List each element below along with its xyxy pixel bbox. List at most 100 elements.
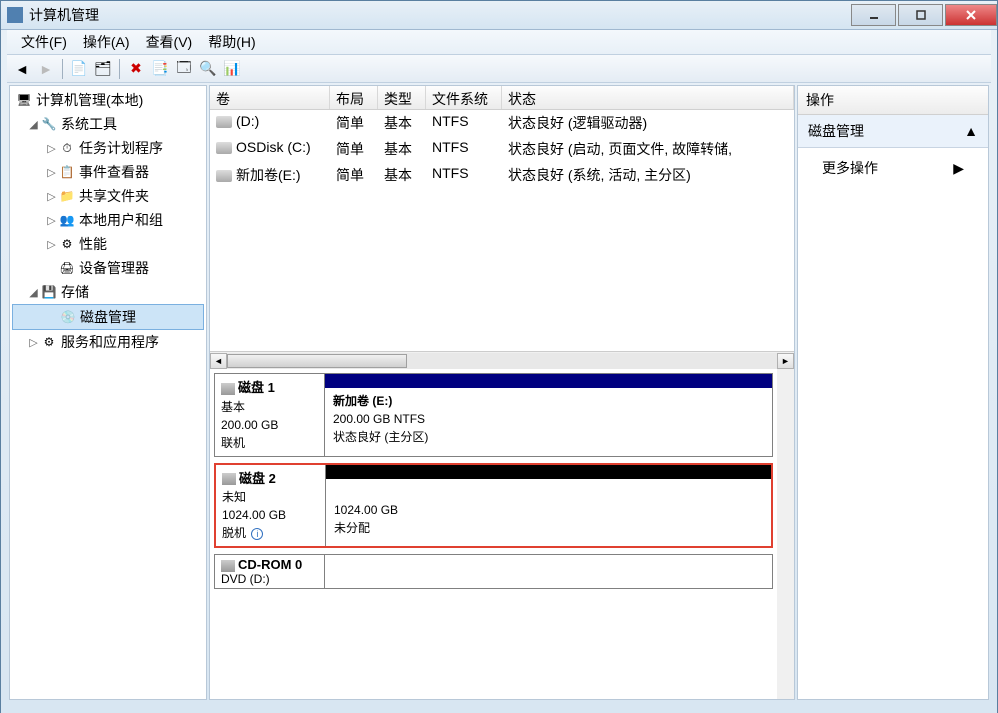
partition-size: 1024.00 GB [334, 501, 763, 519]
vol-name: OSDisk (C:) [236, 139, 311, 155]
volume-row[interactable]: (D:) 简单 基本 NTFS 状态良好 (逻辑驱动器) [210, 110, 794, 136]
partition-header [325, 374, 772, 388]
collapse-icon: ▲ [964, 123, 978, 139]
vol-layout: 简单 [330, 163, 378, 187]
tree-perf[interactable]: ▷⚙性能 [12, 232, 204, 256]
tree-diskmgmt[interactable]: 💿磁盘管理 [12, 304, 204, 330]
disk-1-partition[interactable]: 新加卷 (E:) 200.00 GB NTFS 状态良好 (主分区) [325, 374, 772, 456]
col-volume[interactable]: 卷 [210, 86, 330, 109]
tree-scheduler[interactable]: ▷⏱任务计划程序 [12, 136, 204, 160]
vol-type: 基本 [378, 111, 426, 135]
disk-icon [222, 473, 236, 485]
col-type[interactable]: 类型 [378, 86, 426, 109]
window-title: 计算机管理 [29, 5, 849, 25]
vol-fs: NTFS [426, 111, 502, 135]
actions-more[interactable]: 更多操作 ▶ [798, 148, 988, 188]
menu-view[interactable]: 查看(V) [138, 29, 201, 55]
vol-status: 状态良好 (系统, 活动, 主分区) [502, 163, 794, 187]
vol-name: 新加卷(E:) [236, 167, 301, 183]
tree-perf-label: 性能 [79, 234, 107, 254]
vol-type: 基本 [378, 137, 426, 161]
disk-icon [221, 383, 235, 395]
tree-storage[interactable]: ◢💾存储 [12, 280, 204, 304]
partition-header [326, 465, 771, 479]
tree-storage-label: 存储 [61, 282, 89, 302]
refresh-button[interactable]: ✖ [125, 58, 147, 80]
tool-b[interactable]: 🗔 [173, 58, 195, 80]
disk-1-row[interactable]: 磁盘 1 基本 200.00 GB 联机 新加卷 (E:) 200.00 GB … [214, 373, 773, 457]
menu-file[interactable]: 文件(F) [13, 29, 75, 55]
tree-users[interactable]: ▷👥本地用户和组 [12, 208, 204, 232]
disk-type: 未知 [222, 488, 319, 506]
col-fs[interactable]: 文件系统 [426, 86, 502, 109]
volume-table: 卷 布局 类型 文件系统 状态 (D:) 简单 基本 NTFS 状态良好 (逻辑… [210, 86, 794, 369]
scroll-thumb[interactable] [227, 354, 407, 368]
vol-type: 基本 [378, 163, 426, 187]
col-layout[interactable]: 布局 [330, 86, 378, 109]
disk-icon [216, 142, 232, 154]
tree-root[interactable]: 🖥计算机管理(本地) [12, 88, 204, 112]
close-button[interactable] [945, 4, 997, 26]
partition-title: 新加卷 (E:) [333, 392, 764, 410]
disk-type: 基本 [221, 398, 318, 416]
maximize-button[interactable] [898, 4, 943, 26]
tool-a[interactable]: 📑 [149, 58, 171, 80]
window: 计算机管理 文件(F) 操作(A) 查看(V) 帮助(H) ◄ ► 📄 🗂 ✖ … [0, 0, 998, 713]
up-button[interactable]: 📄 [68, 58, 90, 80]
cd-icon [221, 560, 235, 572]
vol-layout: 简单 [330, 137, 378, 161]
cdrom-info: CD-ROM 0 DVD (D:) [215, 555, 325, 588]
chevron-right-icon: ▶ [953, 160, 964, 177]
tree-diskmgmt-label: 磁盘管理 [80, 307, 136, 327]
partition-status: 状态良好 (主分区) [333, 428, 764, 446]
titlebar[interactable]: 计算机管理 [1, 1, 997, 30]
tree-systools-label: 系统工具 [61, 114, 117, 134]
menu-help[interactable]: 帮助(H) [200, 29, 263, 55]
properties-button[interactable]: 🗂 [92, 58, 114, 80]
vol-layout: 简单 [330, 111, 378, 135]
tree-systools[interactable]: ◢🔧系统工具 [12, 112, 204, 136]
volume-row[interactable]: 新加卷(E:) 简单 基本 NTFS 状态良好 (系统, 活动, 主分区) [210, 162, 794, 188]
disk-2-row[interactable]: 磁盘 2 未知 1024.00 GB 脱机 i 1024.00 GB [214, 463, 773, 549]
tree-services[interactable]: ▷⚙服务和应用程序 [12, 330, 204, 354]
cd-title: CD-ROM 0 [238, 557, 302, 572]
minimize-button[interactable] [851, 4, 896, 26]
scroll-right-button[interactable]: ► [777, 353, 794, 369]
vertical-scrollbar[interactable] [777, 369, 794, 699]
horizontal-scrollbar[interactable]: ◄ ► [210, 351, 794, 369]
nav-tree-panel: 🖥计算机管理(本地) ◢🔧系统工具 ▷⏱任务计划程序 ▷📋事件查看器 ▷📁共享文… [9, 85, 207, 700]
tree-eventviewer-label: 事件查看器 [79, 162, 149, 182]
tree-devmgr-label: 设备管理器 [79, 258, 149, 278]
disk-2-partition[interactable]: 1024.00 GB 未分配 [326, 465, 771, 547]
info-icon[interactable]: i [251, 528, 263, 540]
volume-header: 卷 布局 类型 文件系统 状态 [210, 86, 794, 110]
tool-d[interactable]: 📊 [221, 58, 243, 80]
col-status[interactable]: 状态 [502, 86, 794, 109]
tree-devmgr[interactable]: 🖨设备管理器 [12, 256, 204, 280]
disk-size: 200.00 GB [221, 416, 318, 434]
actions-diskmgmt[interactable]: 磁盘管理 ▲ [798, 115, 988, 148]
vol-status: 状态良好 (逻辑驱动器) [502, 111, 794, 135]
vol-name: (D:) [236, 113, 259, 129]
menu-action[interactable]: 操作(A) [75, 29, 138, 55]
disk-title: 磁盘 2 [239, 471, 276, 486]
scroll-left-button[interactable]: ◄ [210, 353, 227, 369]
app-icon [7, 7, 23, 23]
tree-shared[interactable]: ▷📁共享文件夹 [12, 184, 204, 208]
tree-users-label: 本地用户和组 [79, 210, 163, 230]
disk-size: 1024.00 GB [222, 506, 319, 524]
forward-button[interactable]: ► [35, 58, 57, 80]
tree-eventviewer[interactable]: ▷📋事件查看器 [12, 160, 204, 184]
disk-icon [216, 116, 232, 128]
vol-fs: NTFS [426, 163, 502, 187]
disk-title: 磁盘 1 [238, 380, 275, 395]
center-panel: 卷 布局 类型 文件系统 状态 (D:) 简单 基本 NTFS 状态良好 (逻辑… [209, 85, 795, 700]
tool-c[interactable]: 🔍 [197, 58, 219, 80]
cdrom-row[interactable]: CD-ROM 0 DVD (D:) [214, 554, 773, 589]
disk-1-info: 磁盘 1 基本 200.00 GB 联机 [215, 374, 325, 456]
volume-row[interactable]: OSDisk (C:) 简单 基本 NTFS 状态良好 (启动, 页面文件, 故… [210, 136, 794, 162]
actions-diskmgmt-label: 磁盘管理 [808, 121, 864, 141]
partition-status: 未分配 [334, 519, 763, 537]
vol-status: 状态良好 (启动, 页面文件, 故障转储, [502, 137, 794, 161]
back-button[interactable]: ◄ [11, 58, 33, 80]
